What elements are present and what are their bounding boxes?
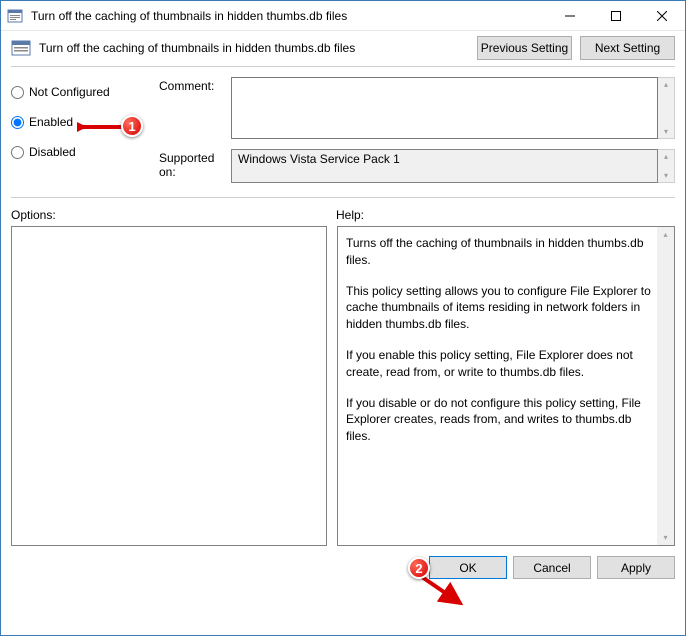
comment-input[interactable] (231, 77, 658, 139)
divider (11, 66, 675, 67)
next-setting-button[interactable]: Next Setting (580, 36, 675, 60)
radio-disabled[interactable]: Disabled (11, 137, 159, 167)
radio-disabled-label: Disabled (29, 145, 76, 159)
close-button[interactable] (639, 1, 685, 30)
radio-not-configured[interactable]: Not Configured (11, 77, 159, 107)
policy-icon (7, 8, 23, 24)
window-title: Turn off the caching of thumbnails in hi… (31, 9, 547, 23)
ok-button[interactable]: OK (429, 556, 507, 579)
radio-enabled-input[interactable] (11, 116, 24, 129)
policy-header-icon (11, 38, 31, 58)
cancel-button[interactable]: Cancel (513, 556, 591, 579)
options-panel (11, 226, 327, 546)
help-text: If you disable or do not configure this … (346, 395, 652, 445)
radio-not-configured-input[interactable] (11, 86, 24, 99)
help-scrollbar[interactable]: ▴▾ (657, 227, 674, 545)
divider-2 (11, 197, 675, 198)
radio-disabled-input[interactable] (11, 146, 24, 159)
supported-on-label: Supported on: (159, 149, 231, 183)
help-text: If you enable this policy setting, File … (346, 347, 652, 381)
radio-enabled-label: Enabled (29, 115, 73, 129)
radio-enabled[interactable]: Enabled (11, 107, 159, 137)
radio-not-configured-label: Not Configured (29, 85, 110, 99)
supported-scrollbar: ▴▾ (658, 149, 675, 183)
previous-setting-button[interactable]: Previous Setting (477, 36, 572, 60)
help-label: Help: (336, 208, 364, 222)
help-panel: Turns off the caching of thumbnails in h… (337, 226, 675, 546)
comment-label: Comment: (159, 77, 231, 139)
apply-button[interactable]: Apply (597, 556, 675, 579)
minimize-button[interactable] (547, 1, 593, 30)
maximize-button[interactable] (593, 1, 639, 30)
options-label: Options: (11, 208, 336, 222)
help-text: Turns off the caching of thumbnails in h… (346, 235, 652, 269)
policy-title: Turn off the caching of thumbnails in hi… (39, 41, 469, 55)
help-text: This policy setting allows you to config… (346, 283, 652, 333)
titlebar: Turn off the caching of thumbnails in hi… (1, 1, 685, 31)
supported-on-value: Windows Vista Service Pack 1 (231, 149, 658, 183)
comment-scrollbar[interactable]: ▴▾ (658, 77, 675, 139)
